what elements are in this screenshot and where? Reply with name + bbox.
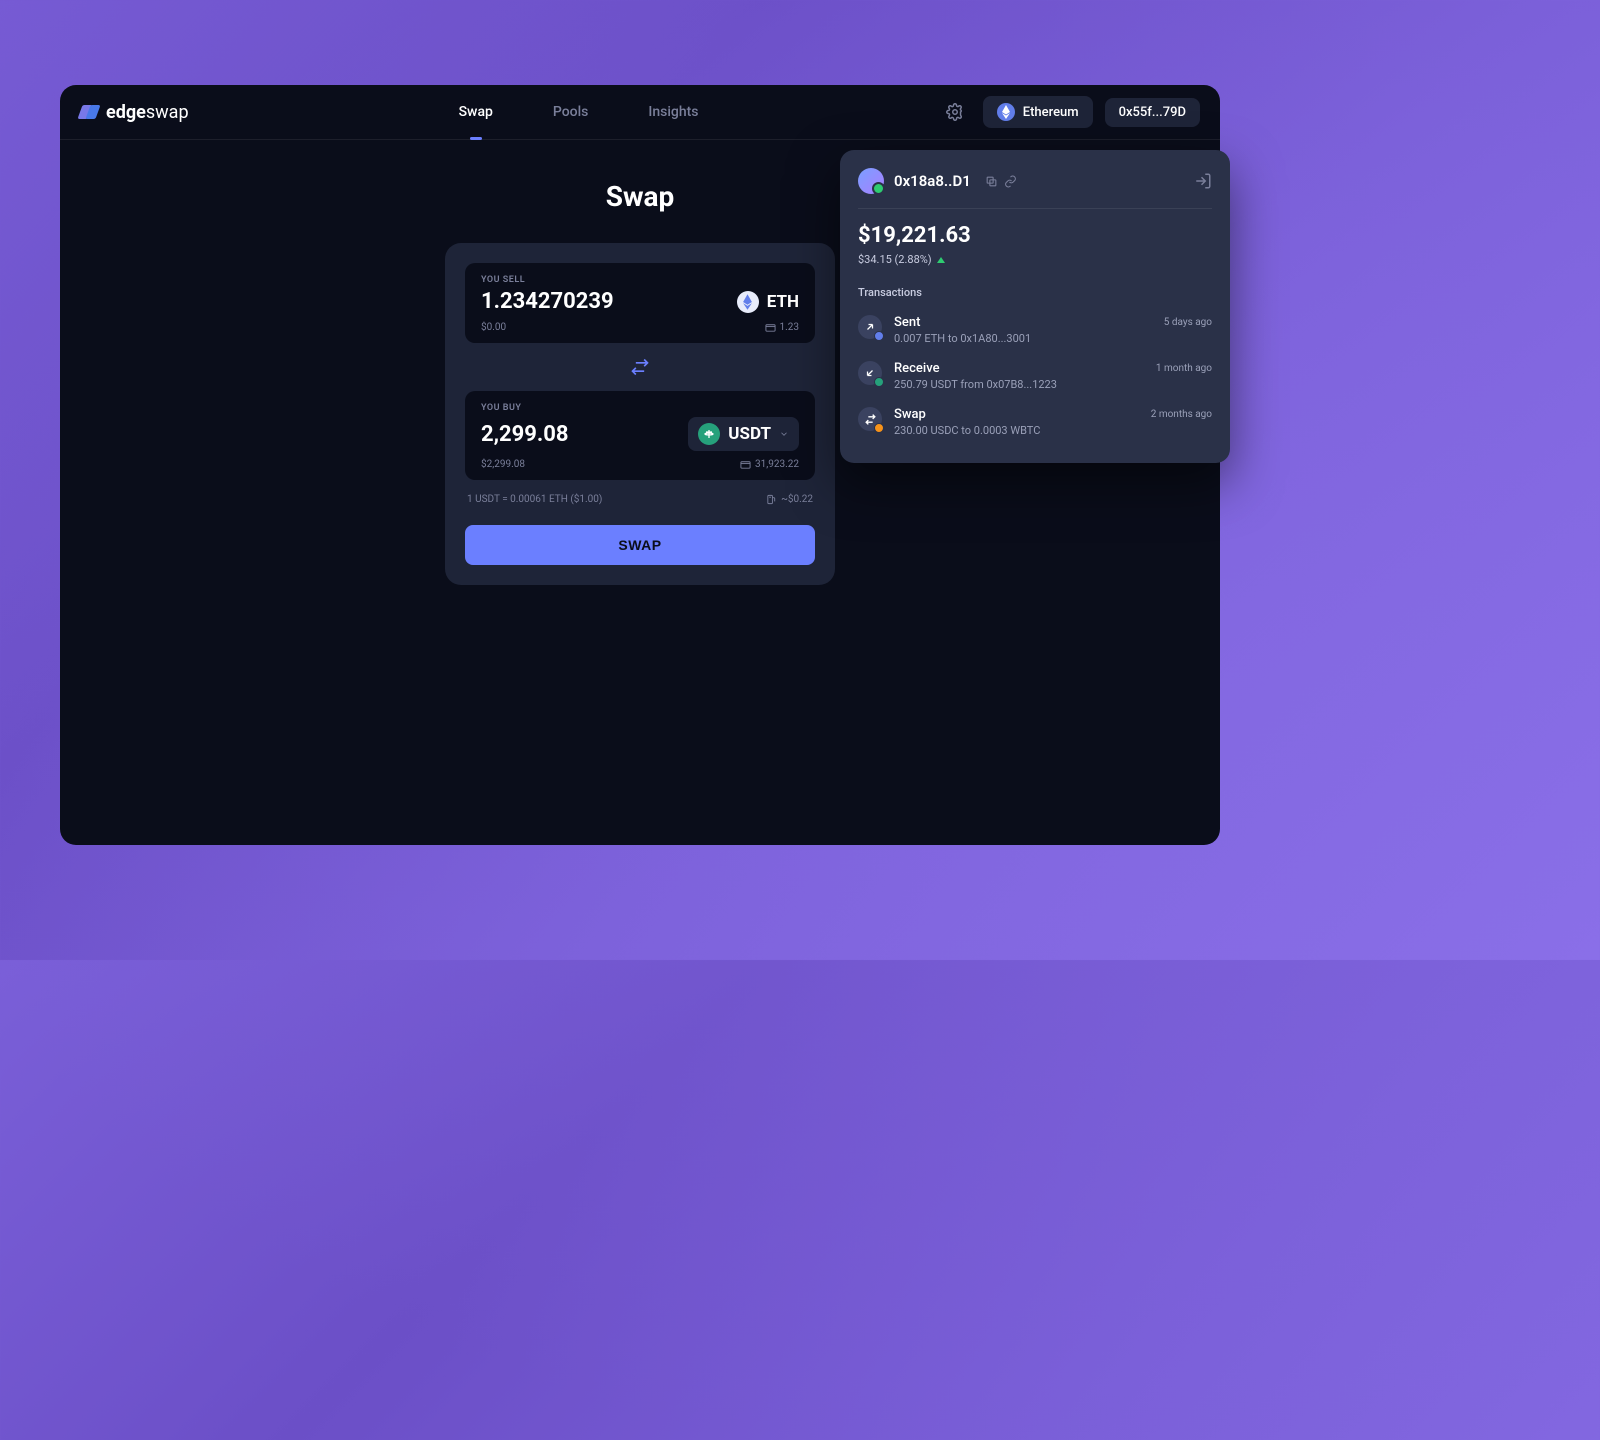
wallet-balance: $19,221.63 [858, 223, 1212, 248]
rate-row: 1 USDT = 0.00061 ETH ($1.00) ~$0.22 [465, 494, 815, 505]
gas-estimate: ~$0.22 [766, 494, 813, 505]
sell-balance[interactable]: 1.23 [765, 322, 800, 333]
sell-token-symbol: ETH [767, 292, 799, 312]
nav: Swap Pools Insights [429, 85, 729, 140]
sell-label: YOU SELL [481, 275, 799, 285]
gas-icon [766, 494, 777, 505]
usdt-token-icon [698, 423, 720, 445]
up-arrow-icon [937, 257, 945, 263]
buy-amount[interactable]: 2,299.08 [481, 422, 569, 447]
logo[interactable]: edgeswap [80, 102, 189, 123]
tx-desc: 250.79 USDT from 0x07B8...1223 [894, 378, 1144, 391]
sell-amount[interactable]: 1.234270239 [481, 289, 614, 314]
wallet-icon [740, 459, 751, 470]
wallet-icon [765, 322, 776, 333]
tx-time: 1 month ago [1156, 363, 1212, 374]
transactions-title: Transactions [858, 286, 1212, 299]
tx-desc: 0.007 ETH to 0x1A80...3001 [894, 332, 1152, 345]
eth-badge-icon [874, 331, 884, 341]
buy-token-selector[interactable]: USDT [688, 417, 799, 451]
swap-button[interactable]: SWAP [465, 525, 815, 565]
buy-usd: $2,299.08 [481, 459, 525, 470]
swap-direction-button[interactable] [626, 353, 654, 381]
nav-pools[interactable]: Pools [523, 85, 619, 140]
wallet-address-short: 0x55f...79D [1119, 105, 1186, 120]
logo-text: edgeswap [106, 102, 189, 123]
tx-type: Receive [894, 361, 1144, 376]
balance-change: $34.15 (2.88%) [858, 253, 1212, 266]
disconnect-button[interactable] [1194, 172, 1212, 190]
tx-time: 5 days ago [1164, 317, 1212, 328]
sell-token-selector[interactable]: ETH [737, 291, 799, 313]
link-icon [1004, 175, 1017, 188]
chevron-down-icon [779, 429, 789, 439]
swap-arrows-icon [630, 357, 650, 377]
buy-label: YOU BUY [481, 403, 799, 413]
avatar [858, 168, 884, 194]
topbar: edgeswap Swap Pools Insights Ethereum 0x… [60, 85, 1220, 140]
eth-token-icon [737, 291, 759, 313]
settings-button[interactable] [939, 96, 971, 128]
buy-token-symbol: USDT [728, 424, 771, 444]
transaction-row[interactable]: Swap 230.00 USDC to 0.0003 WBTC 2 months… [858, 399, 1212, 445]
wallet-chip[interactable]: 0x55f...79D [1105, 98, 1200, 127]
buy-balance[interactable]: 31,923.22 [740, 459, 799, 470]
exit-icon [1194, 172, 1212, 190]
sell-field: YOU SELL 1.234270239 ETH $0.00 1.23 [465, 263, 815, 343]
tx-time: 2 months ago [1151, 409, 1212, 420]
tx-type: Swap [894, 407, 1139, 422]
ethereum-icon [997, 103, 1015, 121]
sent-icon [858, 315, 882, 339]
topbar-right: Ethereum 0x55f...79D [939, 96, 1200, 128]
receive-icon [858, 361, 882, 385]
nav-swap[interactable]: Swap [429, 85, 523, 140]
sell-usd: $0.00 [481, 322, 506, 333]
transaction-row[interactable]: Sent 0.007 ETH to 0x1A80...3001 5 days a… [858, 307, 1212, 353]
wallet-popover: 0x18a8..D1 $19,221.63 $34.15 (2.88%) [840, 150, 1230, 463]
wbtc-badge-icon [874, 423, 884, 433]
wallet-address: 0x18a8..D1 [894, 172, 971, 190]
link-button[interactable] [1004, 175, 1017, 188]
copy-button[interactable] [985, 175, 998, 188]
usdt-badge-icon [874, 377, 884, 387]
tx-desc: 230.00 USDC to 0.0003 WBTC [894, 424, 1139, 437]
app-window: edgeswap Swap Pools Insights Ethereum 0x… [60, 85, 1220, 845]
network-selector[interactable]: Ethereum [983, 96, 1093, 128]
swap-card: YOU SELL 1.234270239 ETH $0.00 1.23 [445, 243, 835, 585]
tx-type: Sent [894, 315, 1152, 330]
transaction-row[interactable]: Receive 250.79 USDT from 0x07B8...1223 1… [858, 353, 1212, 399]
transactions-list: Sent 0.007 ETH to 0x1A80...3001 5 days a… [858, 307, 1212, 445]
exchange-rate: 1 USDT = 0.00061 ETH ($1.00) [467, 494, 602, 505]
network-label: Ethereum [1023, 105, 1079, 120]
logo-icon [80, 103, 98, 121]
nav-insights[interactable]: Insights [618, 85, 728, 140]
copy-icon [985, 175, 998, 188]
gear-icon [946, 103, 964, 121]
swap-tx-icon [858, 407, 882, 431]
buy-field: YOU BUY 2,299.08 USDT $2,299.08 31,923.2… [465, 391, 815, 480]
